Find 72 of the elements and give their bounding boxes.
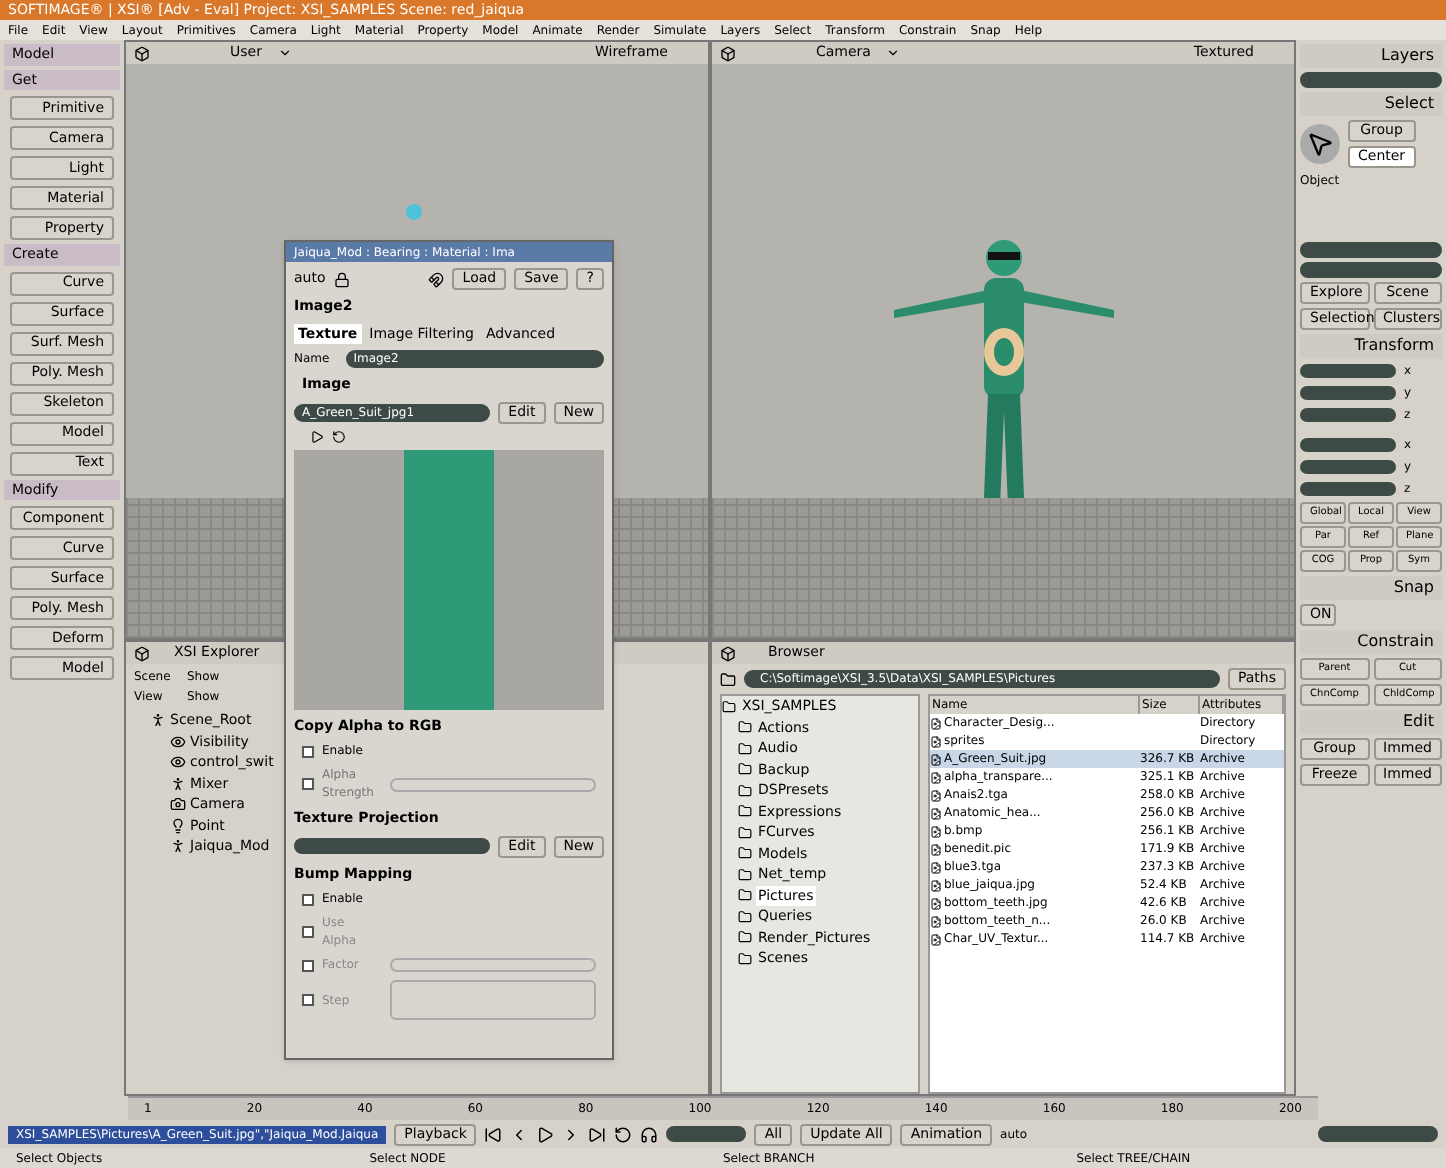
folder-icon: [738, 909, 752, 924]
folder-icon[interactable]: [720, 671, 736, 687]
null-marker-icon: [406, 204, 422, 220]
figure-icon: [170, 838, 186, 855]
play-icon[interactable]: [310, 429, 324, 443]
bulb-icon: [170, 817, 186, 834]
projection-dropdown[interactable]: [294, 838, 491, 854]
transform-field[interactable]: [1300, 482, 1396, 496]
select-field[interactable]: [1300, 262, 1442, 278]
audio-icon[interactable]: [640, 1125, 659, 1143]
dropdown-icon[interactable]: [277, 46, 292, 60]
checkbox[interactable]: [302, 994, 314, 1006]
transform-field[interactable]: [1300, 460, 1396, 474]
folder-icon: [738, 741, 752, 756]
folder-icon: [738, 888, 752, 903]
file-icon: [930, 861, 942, 873]
panel-header: Transform: [1300, 334, 1442, 358]
file-icon: [930, 717, 942, 729]
file-icon: [930, 735, 942, 747]
folder-icon: [738, 720, 752, 735]
folder-icon: [738, 951, 752, 966]
folder-icon: [738, 867, 752, 882]
checkbox[interactable]: [302, 926, 314, 938]
key-field[interactable]: [1318, 1126, 1438, 1142]
eye-icon: [170, 733, 186, 750]
transform-field[interactable]: [1300, 364, 1396, 378]
play-icon[interactable]: [536, 1125, 555, 1143]
last-frame-icon[interactable]: [588, 1125, 607, 1143]
checkbox[interactable]: [302, 893, 314, 905]
file-icon: [930, 879, 942, 891]
strength-field[interactable]: [390, 777, 596, 791]
loop-icon[interactable]: [614, 1125, 633, 1143]
lock-icon[interactable]: [333, 271, 350, 287]
first-frame-icon[interactable]: [484, 1125, 503, 1143]
panel-header: Edit: [1300, 710, 1442, 734]
file-icon: [930, 807, 942, 819]
file-icon: [930, 771, 942, 783]
panel-header: Select: [1300, 92, 1442, 116]
folder-icon: [722, 699, 736, 714]
checkbox[interactable]: [302, 959, 314, 971]
folder-icon: [738, 804, 752, 819]
file-icon: [930, 825, 942, 837]
file-icon: [930, 915, 942, 927]
file-icon: [930, 843, 942, 855]
folder-icon: [738, 930, 752, 945]
panel-header: Constrain: [1300, 630, 1442, 654]
checkbox[interactable]: [302, 745, 314, 757]
dropdown-icon[interactable]: [886, 46, 901, 60]
transform-field[interactable]: [1300, 438, 1396, 452]
frame-field[interactable]: [666, 1126, 747, 1142]
factor-field[interactable]: [390, 958, 596, 972]
magnet-icon[interactable]: [428, 271, 445, 287]
panel-header: Snap: [1300, 576, 1442, 600]
file-icon: [930, 897, 942, 909]
step-field[interactable]: [390, 980, 596, 1020]
folder-icon: [738, 762, 752, 777]
folder-icon: [738, 783, 752, 798]
file-icon: [930, 933, 942, 945]
refresh-icon[interactable]: [332, 429, 346, 443]
panel-header: Layers: [1300, 44, 1442, 68]
figure-icon: [170, 775, 186, 792]
folder-icon: [738, 846, 752, 861]
layer-dropdown[interactable]: [1300, 72, 1442, 88]
folder-icon: [738, 825, 752, 840]
file-icon: [930, 789, 942, 801]
checkbox[interactable]: [302, 778, 314, 790]
transform-field[interactable]: [1300, 408, 1396, 422]
select-field[interactable]: [1300, 242, 1442, 258]
figure-icon: [150, 712, 166, 729]
eye-icon: [170, 754, 186, 771]
file-icon: [930, 753, 942, 765]
transform-field[interactable]: [1300, 386, 1396, 400]
